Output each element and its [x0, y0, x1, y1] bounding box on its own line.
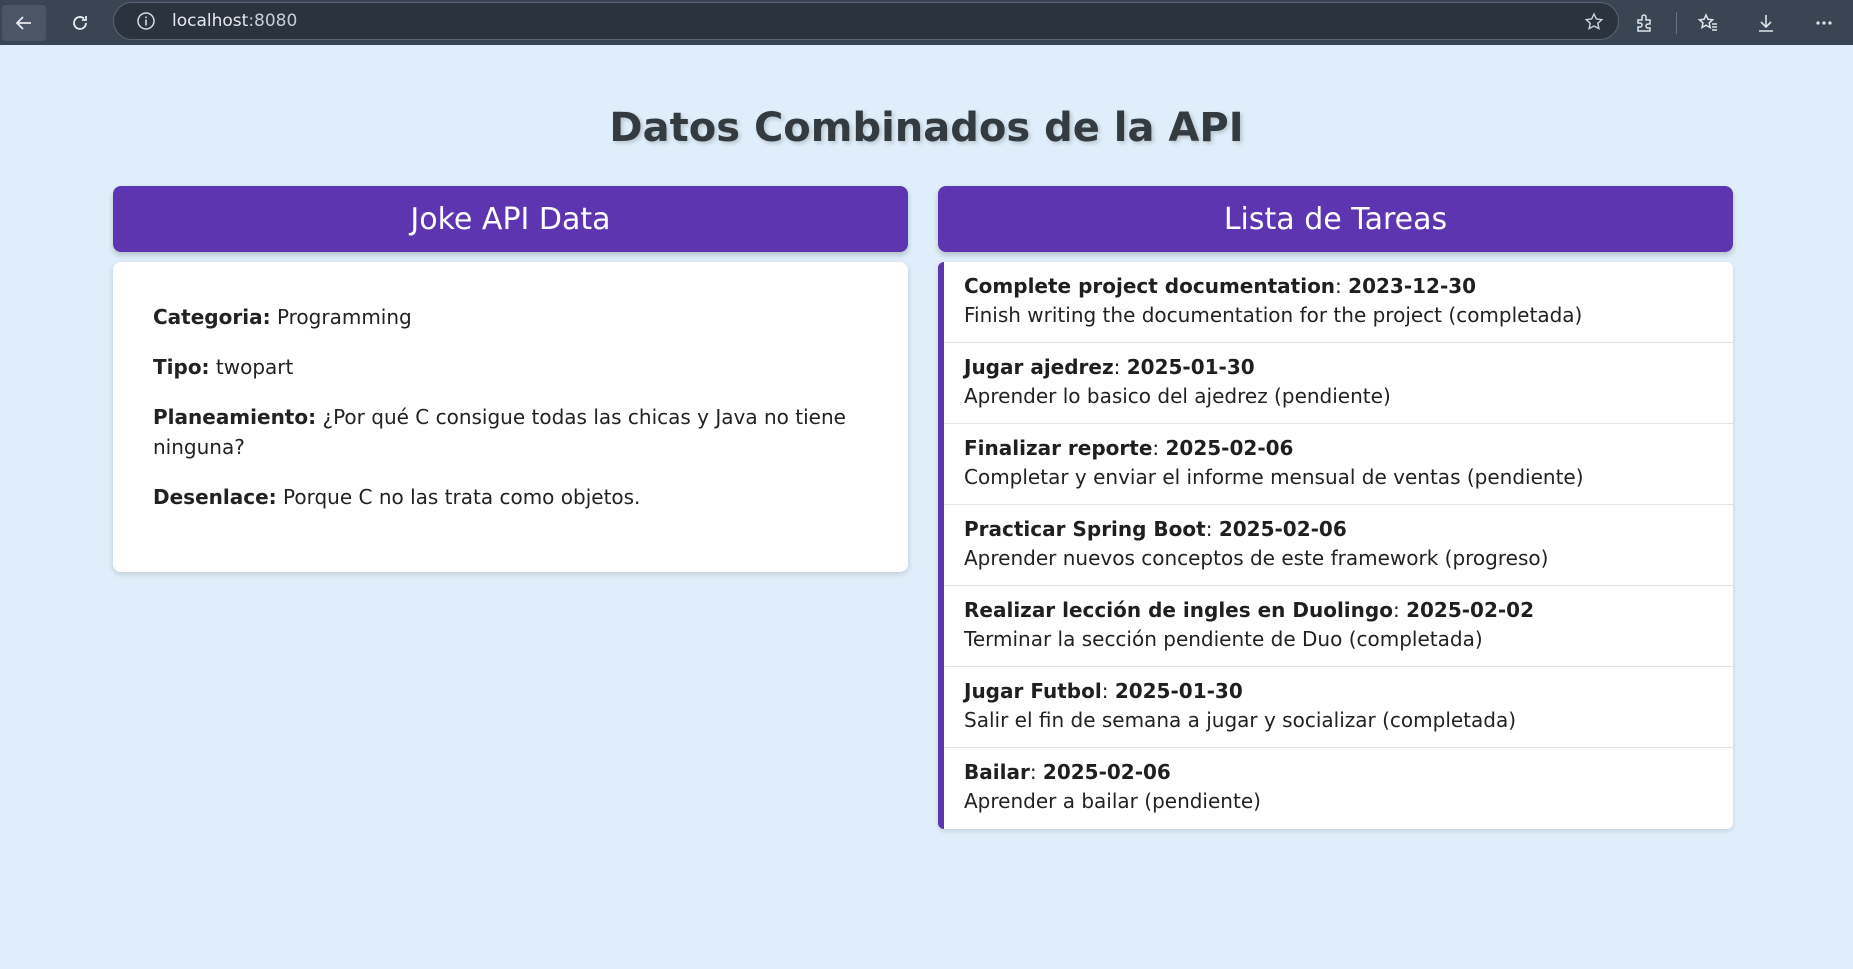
- tasks-section: Lista de Tareas Complete project documen…: [938, 186, 1733, 829]
- joke-setup-label: Planeamiento:: [153, 405, 317, 429]
- info-icon[interactable]: [136, 11, 156, 31]
- url-host: localhost: [172, 11, 249, 31]
- task-status: pendiente: [1152, 789, 1254, 813]
- task-description: Aprender a bailar (pendiente): [964, 789, 1261, 813]
- task-date: 2025-02-02: [1406, 598, 1535, 622]
- task-description-text: Salir el fin de semana a jugar y sociali…: [964, 708, 1376, 732]
- address-bar[interactable]: localhost:8080: [113, 2, 1619, 40]
- task-status: completada: [1456, 303, 1575, 327]
- task-status: completada: [1389, 708, 1509, 732]
- task-date: 2025-01-30: [1126, 355, 1255, 379]
- joke-type: Tipo: twopart: [153, 352, 868, 382]
- task-title: Finalizar reporte: 2025-02-06: [964, 436, 1294, 460]
- list-item: Practicar Spring Boot: 2025-02-06 Aprend…: [944, 505, 1733, 586]
- url-port: :8080: [248, 11, 298, 31]
- task-description-text: Completar y enviar el informe mensual de…: [964, 465, 1461, 489]
- task-title: Complete project documentation: 2023-12-…: [964, 274, 1477, 298]
- task-name: Jugar Futbol: [964, 679, 1102, 703]
- task-date: 2025-01-30: [1114, 679, 1243, 703]
- list-item: Complete project documentation: 2023-12-…: [944, 262, 1733, 343]
- back-button[interactable]: [2, 4, 46, 41]
- task-date: 2025-02-06: [1042, 760, 1171, 784]
- joke-header: Joke API Data: [113, 186, 908, 252]
- download-icon: [1759, 14, 1773, 32]
- extensions-icon: [1637, 13, 1651, 32]
- favorites-icon: [1697, 12, 1717, 31]
- task-description-text: Finish writing the documentation for the…: [964, 303, 1443, 327]
- joke-type-value: twopart: [215, 355, 294, 379]
- task-list: Complete project documentation: 2023-12-…: [938, 262, 1733, 829]
- downloads-button[interactable]: [1737, 5, 1795, 41]
- task-name: Bailar: [964, 760, 1030, 784]
- task-date: 2025-02-06: [1165, 436, 1294, 460]
- joke-delivery: Desenlace: Porque C no las trata como ob…: [153, 482, 868, 512]
- task-title: Jugar Futbol: 2025-01-30: [964, 679, 1243, 703]
- list-item: Jugar Futbol: 2025-01-30 Salir el fin de…: [944, 667, 1733, 748]
- joke-setup: Planeamiento: ¿Por qué C consigue todas …: [153, 402, 868, 462]
- task-title: Practicar Spring Boot: 2025-02-06: [964, 517, 1347, 541]
- url-text: localhost:8080: [172, 11, 297, 31]
- task-description: Completar y enviar el informe mensual de…: [964, 465, 1584, 489]
- page-content: Datos Combinados de la API Joke API Data…: [0, 45, 1853, 969]
- task-date: 2023-12-30: [1348, 274, 1477, 298]
- task-description: Finish writing the documentation for the…: [964, 303, 1583, 327]
- task-description: Terminar la sección pendiente de Duo (co…: [964, 627, 1483, 651]
- task-description: Aprender lo basico del ajedrez (pendient…: [964, 384, 1391, 408]
- list-item: Jugar ajedrez: 2025-01-30 Aprender lo ba…: [944, 343, 1733, 424]
- favorites-button[interactable]: [1679, 5, 1737, 41]
- browser-toolbar: localhost:8080: [0, 0, 1853, 45]
- joke-delivery-value: Porque C no las trata como objetos.: [283, 485, 641, 509]
- task-name: Practicar Spring Boot: [964, 517, 1206, 541]
- task-description: Salir el fin de semana a jugar y sociali…: [964, 708, 1517, 732]
- task-description: Aprender nuevos conceptos de este framew…: [964, 546, 1549, 570]
- joke-category-label: Categoria:: [153, 305, 271, 329]
- task-status: progreso: [1452, 546, 1541, 570]
- task-status: pendiente: [1474, 465, 1576, 489]
- task-description-text: Terminar la sección pendiente de Duo: [964, 627, 1343, 651]
- task-status: pendiente: [1281, 384, 1383, 408]
- joke-type-label: Tipo:: [153, 355, 210, 379]
- reload-button[interactable]: [58, 5, 102, 41]
- more-icon: [1816, 20, 1832, 25]
- task-title: Realizar lección de ingles en Duolingo: …: [964, 598, 1535, 622]
- task-name: Finalizar reporte: [964, 436, 1153, 460]
- star-icon[interactable]: [1584, 12, 1604, 36]
- extensions-button[interactable]: [1616, 5, 1674, 41]
- joke-delivery-label: Desenlace:: [153, 485, 277, 509]
- back-arrow-icon: [15, 15, 31, 30]
- page-title: Datos Combinados de la API: [609, 105, 1244, 151]
- joke-category-value: Programming: [276, 305, 412, 329]
- toolbar-divider: [1676, 11, 1677, 34]
- list-item: Bailar: 2025-02-06 Aprender a bailar (pe…: [944, 748, 1733, 829]
- joke-card: Categoria: Programming Tipo: twopart Pla…: [113, 262, 908, 572]
- reload-icon: [73, 15, 87, 30]
- tasks-header: Lista de Tareas: [938, 186, 1733, 252]
- task-description-text: Aprender lo basico del ajedrez: [964, 384, 1268, 408]
- task-description-text: Aprender a bailar: [964, 789, 1138, 813]
- task-description-text: Aprender nuevos conceptos de este framew…: [964, 546, 1439, 570]
- toolbar-actions: [1616, 0, 1853, 45]
- list-item: Realizar lección de ingles en Duolingo: …: [944, 586, 1733, 667]
- task-title: Jugar ajedrez: 2025-01-30: [964, 355, 1255, 379]
- joke-section: Joke API Data Categoria: Programming Tip…: [113, 186, 908, 572]
- task-name: Complete project documentation: [964, 274, 1336, 298]
- task-status: completada: [1356, 627, 1475, 651]
- task-name: Realizar lección de ingles en Duolingo: [964, 598, 1393, 622]
- menu-button[interactable]: [1795, 5, 1853, 41]
- list-item: Finalizar reporte: 2025-02-06 Completar …: [944, 424, 1733, 505]
- joke-category: Categoria: Programming: [153, 302, 868, 332]
- task-title: Bailar: 2025-02-06: [964, 760, 1171, 784]
- task-date: 2025-02-06: [1218, 517, 1347, 541]
- task-name: Jugar ajedrez: [964, 355, 1114, 379]
